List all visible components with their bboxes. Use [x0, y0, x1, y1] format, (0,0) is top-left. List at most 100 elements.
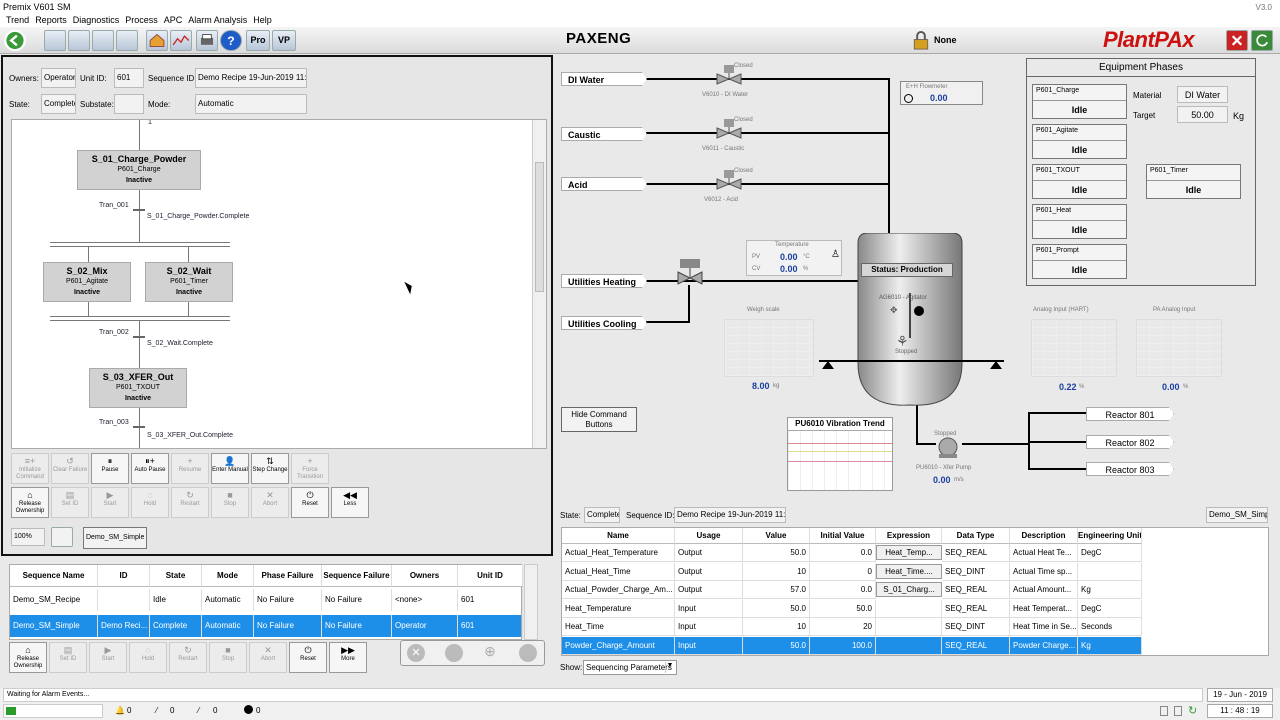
- phase-p601-txout[interactable]: P601_TXOUT Idle: [1032, 164, 1127, 199]
- abort-button[interactable]: ✕ Abort: [249, 642, 287, 673]
- show-select[interactable]: Sequencing Parameters ▼: [583, 660, 677, 675]
- restart-button[interactable]: ↻ Restart: [169, 642, 207, 673]
- menu-diagnostics[interactable]: Diagnostics: [70, 14, 123, 27]
- shortcut-icon-1[interactable]: [44, 30, 66, 51]
- column-header[interactable]: State: [150, 565, 202, 587]
- column-header[interactable]: Engineering Unit: [1078, 528, 1142, 544]
- table-row[interactable]: Demo_SM_Recipe Idle Automatic No Failure No …: [10, 589, 523, 611]
- table-row[interactable]: Actual_Powder_Charge_Am... Output 57.0 0.0 S…: [562, 581, 1142, 600]
- start-button[interactable]: ▶ Start: [91, 487, 129, 518]
- table-row[interactable]: Demo_SM_Simple Demo Reci... Complete Automa…: [10, 615, 523, 637]
- help-icon[interactable]: ?: [220, 30, 242, 51]
- menu-alarm-analysis[interactable]: Alarm Analysis: [185, 14, 250, 27]
- column-header[interactable]: Data Type: [942, 528, 1010, 544]
- reset-button[interactable]: ⏻ Reset: [289, 642, 327, 673]
- menu-reports[interactable]: Reports: [32, 14, 70, 27]
- copy-icon[interactable]: [1174, 706, 1182, 716]
- column-header[interactable]: Phase Failure: [254, 565, 322, 587]
- valve-v6012[interactable]: [714, 170, 744, 200]
- step-change-button[interactable]: ⇅ Step Change: [251, 453, 289, 484]
- resume-button[interactable]: + Resume: [171, 453, 209, 484]
- lock-icon[interactable]: [910, 30, 932, 51]
- stop-circle-icon[interactable]: ✕: [407, 644, 425, 662]
- valve-v6010[interactable]: [714, 65, 744, 95]
- home-icon[interactable]: [146, 30, 168, 51]
- temperature-box[interactable]: Temperature PV 0.00 °C CV 0.00 % ♙: [746, 240, 842, 276]
- sfc-chart[interactable]: 1 S_01_Charge_Powder P601_Charge Inactiv…: [11, 119, 547, 449]
- step-s03-xfer-out[interactable]: S_03_XFER_Out P601_TXOUT Inactive: [89, 368, 187, 408]
- layout-icon[interactable]: [51, 527, 73, 547]
- acid-line-tag[interactable]: Acid: [561, 177, 647, 191]
- column-header[interactable]: Mode: [202, 565, 254, 587]
- pause-button[interactable]: ⏸ Pause: [91, 453, 129, 484]
- di-water-line-tag[interactable]: DI Water: [561, 72, 647, 86]
- reactor-802-tag[interactable]: Reactor 802: [1086, 435, 1174, 449]
- phase-p601-agitate[interactable]: P601_Agitate Idle: [1032, 124, 1127, 159]
- reset-button[interactable]: ⏻ Reset: [291, 487, 329, 518]
- doc-icon[interactable]: [1160, 706, 1168, 716]
- initialize-command-button[interactable]: ≡+ Initialize Command: [11, 453, 49, 484]
- clear-failure-button[interactable]: ↺ Clear Failure: [51, 453, 89, 484]
- column-header[interactable]: Owners: [392, 565, 458, 587]
- menu-process[interactable]: Process: [122, 14, 161, 27]
- start-button[interactable]: ▶ Start: [89, 642, 127, 673]
- trend-icon[interactable]: [170, 30, 192, 51]
- stop-button[interactable]: ■ Stop: [211, 487, 249, 518]
- auto-pause-button[interactable]: ⏸+ Auto Pause: [131, 453, 169, 484]
- shortcut-icon-2[interactable]: [68, 30, 90, 51]
- expression-button[interactable]: Heat_Time....: [876, 563, 942, 579]
- factorytalk-vp-button[interactable]: VP: [272, 30, 296, 51]
- flowmeter-box[interactable]: E+H Flowmeter 0.00: [900, 81, 983, 105]
- pump-pu6010[interactable]: [935, 437, 961, 459]
- column-header[interactable]: Sequence Failure: [322, 565, 392, 587]
- shortcut-icon-4[interactable]: [116, 30, 138, 51]
- table-row[interactable]: Powder_Charge_Amount Input 50.0 100.0 SEQ_RE…: [562, 637, 1142, 655]
- enter-manual-button[interactable]: 👤 Enter Manual: [211, 453, 249, 484]
- step-s01-charge-powder[interactable]: S_01_Charge_Powder P601_Charge Inactive: [77, 150, 201, 190]
- set-id-button[interactable]: ▤ Set ID: [49, 642, 87, 673]
- column-header[interactable]: Sequence Name: [10, 565, 98, 587]
- stop-button[interactable]: ■ Stop: [209, 642, 247, 673]
- menu-help[interactable]: Help: [250, 14, 275, 27]
- column-header[interactable]: Usage: [675, 528, 743, 544]
- back-icon[interactable]: [4, 30, 26, 51]
- phase-p601-heat[interactable]: P601_Heat Idle: [1032, 204, 1127, 239]
- column-header[interactable]: Unit ID: [458, 565, 523, 587]
- column-header[interactable]: Value: [743, 528, 810, 544]
- close-icon[interactable]: [1226, 30, 1248, 51]
- valve-v6011[interactable]: [714, 119, 744, 149]
- phase-p601-charge[interactable]: P601_Charge Idle: [1032, 84, 1127, 119]
- valve-icon[interactable]: ⊕: [481, 643, 499, 663]
- sync-icon[interactable]: ↻: [1188, 704, 1197, 717]
- utilities-cooling-tag[interactable]: Utilities Cooling: [561, 316, 647, 330]
- hold-button[interactable]: ◌ Hold: [131, 487, 169, 518]
- menu-trend[interactable]: Trend: [3, 14, 32, 27]
- column-header[interactable]: Expression: [876, 528, 942, 544]
- step-s02-mix[interactable]: S_02_Mix P601_Agitate Inactive: [43, 262, 131, 302]
- reactor-801-tag[interactable]: Reactor 801: [1086, 407, 1174, 421]
- pause-circle-icon[interactable]: [519, 644, 537, 662]
- more-button[interactable]: ▶▶ More: [329, 642, 367, 673]
- hide-command-buttons[interactable]: Hide Command Buttons: [561, 407, 637, 432]
- caustic-line-tag[interactable]: Caustic: [561, 127, 647, 141]
- factorytalk-pro-button[interactable]: Pro: [246, 30, 270, 51]
- table-row[interactable]: Heat_Time Input 10 20 SEQ_DINT Heat Time in S…: [562, 618, 1142, 637]
- restart-button[interactable]: ↻ Restart: [171, 487, 209, 518]
- print-icon[interactable]: [196, 30, 218, 51]
- phase-p601-timer[interactable]: P601_Timer Idle: [1146, 164, 1241, 199]
- reactor-tank[interactable]: [848, 232, 972, 408]
- column-header[interactable]: ID: [98, 565, 150, 587]
- sequence-table-scrollbar[interactable]: [524, 564, 538, 640]
- down-circle-icon[interactable]: [445, 644, 463, 662]
- column-header[interactable]: Initial Value: [810, 528, 876, 544]
- zoom-field[interactable]: 100%: [11, 528, 45, 546]
- step-s02-wait[interactable]: S_02_Wait P601_Timer Inactive: [145, 262, 233, 302]
- sfc-scrollbar[interactable]: [532, 120, 546, 448]
- phase-p601-prompt[interactable]: P601_Prompt Idle: [1032, 244, 1127, 279]
- expression-button[interactable]: Heat_Temp...: [876, 545, 942, 560]
- release-ownership-button[interactable]: ⌂ Release Ownership: [11, 487, 49, 518]
- vibration-trend-chart[interactable]: PU6010 Vibration Trend: [787, 417, 893, 491]
- abort-button[interactable]: ✕ Abort: [251, 487, 289, 518]
- force-transition-button[interactable]: + Force Transition: [291, 453, 329, 484]
- reactor-803-tag[interactable]: Reactor 803: [1086, 462, 1174, 476]
